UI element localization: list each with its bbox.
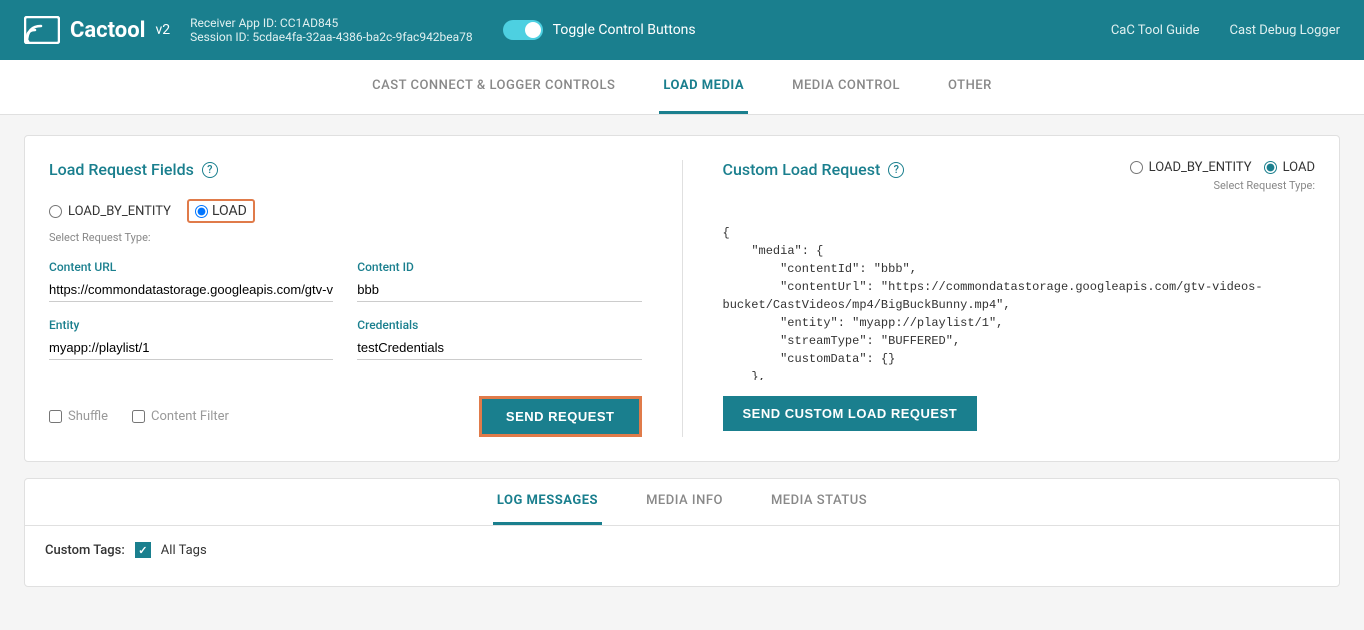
content-url-label: Content URL — [49, 260, 333, 274]
custom-load-panel: Custom Load Request ? LOAD_BY_ENTITY LOA… — [723, 160, 1316, 437]
custom-load-json-editor[interactable] — [723, 220, 1316, 380]
tab-other[interactable]: OTHER — [944, 60, 996, 114]
header: Cactool v2 Receiver App ID: CC1AD845 Ses… — [0, 0, 1364, 60]
custom-radio-load[interactable]: LOAD — [1264, 160, 1315, 175]
custom-load-title: Custom Load Request ? — [723, 160, 905, 179]
custom-tags-row: Custom Tags: All Tags — [45, 542, 1319, 558]
logo: Cactool v2 — [24, 16, 170, 44]
session-id: Session ID: 5cdae4fa-32aa-4386-ba2c-9fac… — [190, 30, 473, 44]
checkboxes-row: Shuffle Content Filter — [49, 409, 229, 424]
custom-select-request-type-label: Select Request Type: — [1213, 179, 1315, 192]
toggle-label: Toggle Control Buttons — [553, 22, 696, 38]
tab-media-info[interactable]: MEDIA INFO — [642, 479, 727, 525]
tab-load-media[interactable]: LOAD MEDIA — [659, 60, 748, 114]
content-id-field: Content ID — [357, 260, 641, 302]
app-title: Cactool — [70, 18, 145, 43]
select-request-type-label: Select Request Type: — [49, 231, 642, 244]
main-content: Load Request Fields ? LOAD_BY_ENTITY LOA… — [0, 115, 1364, 607]
load-request-form: Content URL Content ID Entity Credential… — [49, 260, 642, 360]
load-request-title: Load Request Fields ? — [49, 160, 642, 179]
entity-label: Entity — [49, 318, 333, 332]
send-request-button[interactable]: SEND REQUEST — [479, 396, 642, 437]
cac-tool-guide-link[interactable]: CaC Tool Guide — [1111, 23, 1200, 38]
credentials-field: Credentials — [357, 318, 641, 360]
load-request-panel: Load Request Fields ? LOAD_BY_ENTITY LOA… — [49, 160, 642, 437]
custom-load-request-type: LOAD_BY_ENTITY LOAD Select Request Type: — [1130, 160, 1315, 208]
custom-radio-load-by-entity[interactable]: LOAD_BY_ENTITY — [1130, 160, 1252, 175]
custom-load-help-icon[interactable]: ? — [888, 162, 904, 178]
custom-radio-load-input[interactable] — [1264, 161, 1277, 174]
entity-input[interactable] — [49, 336, 333, 360]
load-request-help-icon[interactable]: ? — [202, 162, 218, 178]
load-media-card: Load Request Fields ? LOAD_BY_ENTITY LOA… — [24, 135, 1340, 462]
custom-tags-label: Custom Tags: — [45, 543, 125, 558]
all-tags-label: All Tags — [161, 543, 207, 558]
panel-divider — [682, 160, 683, 437]
tab-media-control[interactable]: MEDIA CONTROL — [788, 60, 904, 114]
tab-log-messages[interactable]: LOG MESSAGES — [493, 479, 602, 525]
content-filter-checkbox[interactable] — [132, 410, 145, 423]
custom-radio-row: LOAD_BY_ENTITY LOAD — [1130, 160, 1315, 175]
content-url-input[interactable] — [49, 278, 333, 302]
toggle-control-buttons[interactable]: Toggle Control Buttons — [503, 20, 696, 40]
content-id-label: Content ID — [357, 260, 641, 274]
header-nav: CaC Tool Guide Cast Debug Logger — [1111, 23, 1340, 38]
tab-media-status[interactable]: MEDIA STATUS — [767, 479, 871, 525]
send-custom-load-request-button[interactable]: SEND CUSTOM LOAD REQUEST — [723, 396, 978, 431]
shuffle-label: Shuffle — [68, 409, 108, 424]
radio-load-by-entity[interactable]: LOAD_BY_ENTITY — [49, 204, 171, 219]
credentials-label: Credentials — [357, 318, 641, 332]
content-id-input[interactable] — [357, 278, 641, 302]
request-type-selector: LOAD_BY_ENTITY LOAD — [49, 199, 642, 223]
custom-radio-load-by-entity-input[interactable] — [1130, 161, 1143, 174]
all-tags-checkbox[interactable] — [135, 542, 151, 558]
bottom-content: Custom Tags: All Tags — [25, 526, 1339, 586]
content-filter-checkbox-label[interactable]: Content Filter — [132, 409, 229, 424]
tab-cast-connect[interactable]: CAST CONNECT & LOGGER CONTROLS — [368, 60, 619, 114]
radio-load-box[interactable]: LOAD — [187, 199, 255, 223]
send-btn-container: SEND REQUEST — [479, 396, 642, 437]
main-nav-tabs: CAST CONNECT & LOGGER CONTROLS LOAD MEDI… — [0, 60, 1364, 115]
app-version: v2 — [155, 22, 170, 38]
receiver-app-id: Receiver App ID: CC1AD845 — [190, 16, 473, 30]
shuffle-checkbox[interactable] — [49, 410, 62, 423]
radio-load-by-entity-input[interactable] — [49, 205, 62, 218]
content-url-field: Content URL — [49, 260, 333, 302]
session-info: Receiver App ID: CC1AD845 Session ID: 5c… — [190, 16, 473, 44]
bottom-section: LOG MESSAGES MEDIA INFO MEDIA STATUS Cus… — [24, 478, 1340, 587]
cast-logo-icon — [24, 16, 60, 44]
entity-field: Entity — [49, 318, 333, 360]
toggle-switch[interactable] — [503, 20, 543, 40]
bottom-tabs: LOG MESSAGES MEDIA INFO MEDIA STATUS — [25, 479, 1339, 526]
custom-load-header: Custom Load Request ? LOAD_BY_ENTITY LOA… — [723, 160, 1316, 208]
content-filter-label: Content Filter — [151, 409, 229, 424]
cast-debug-logger-link[interactable]: Cast Debug Logger — [1230, 23, 1340, 38]
credentials-input[interactable] — [357, 336, 641, 360]
radio-load-input[interactable] — [195, 205, 208, 218]
shuffle-checkbox-label[interactable]: Shuffle — [49, 409, 108, 424]
